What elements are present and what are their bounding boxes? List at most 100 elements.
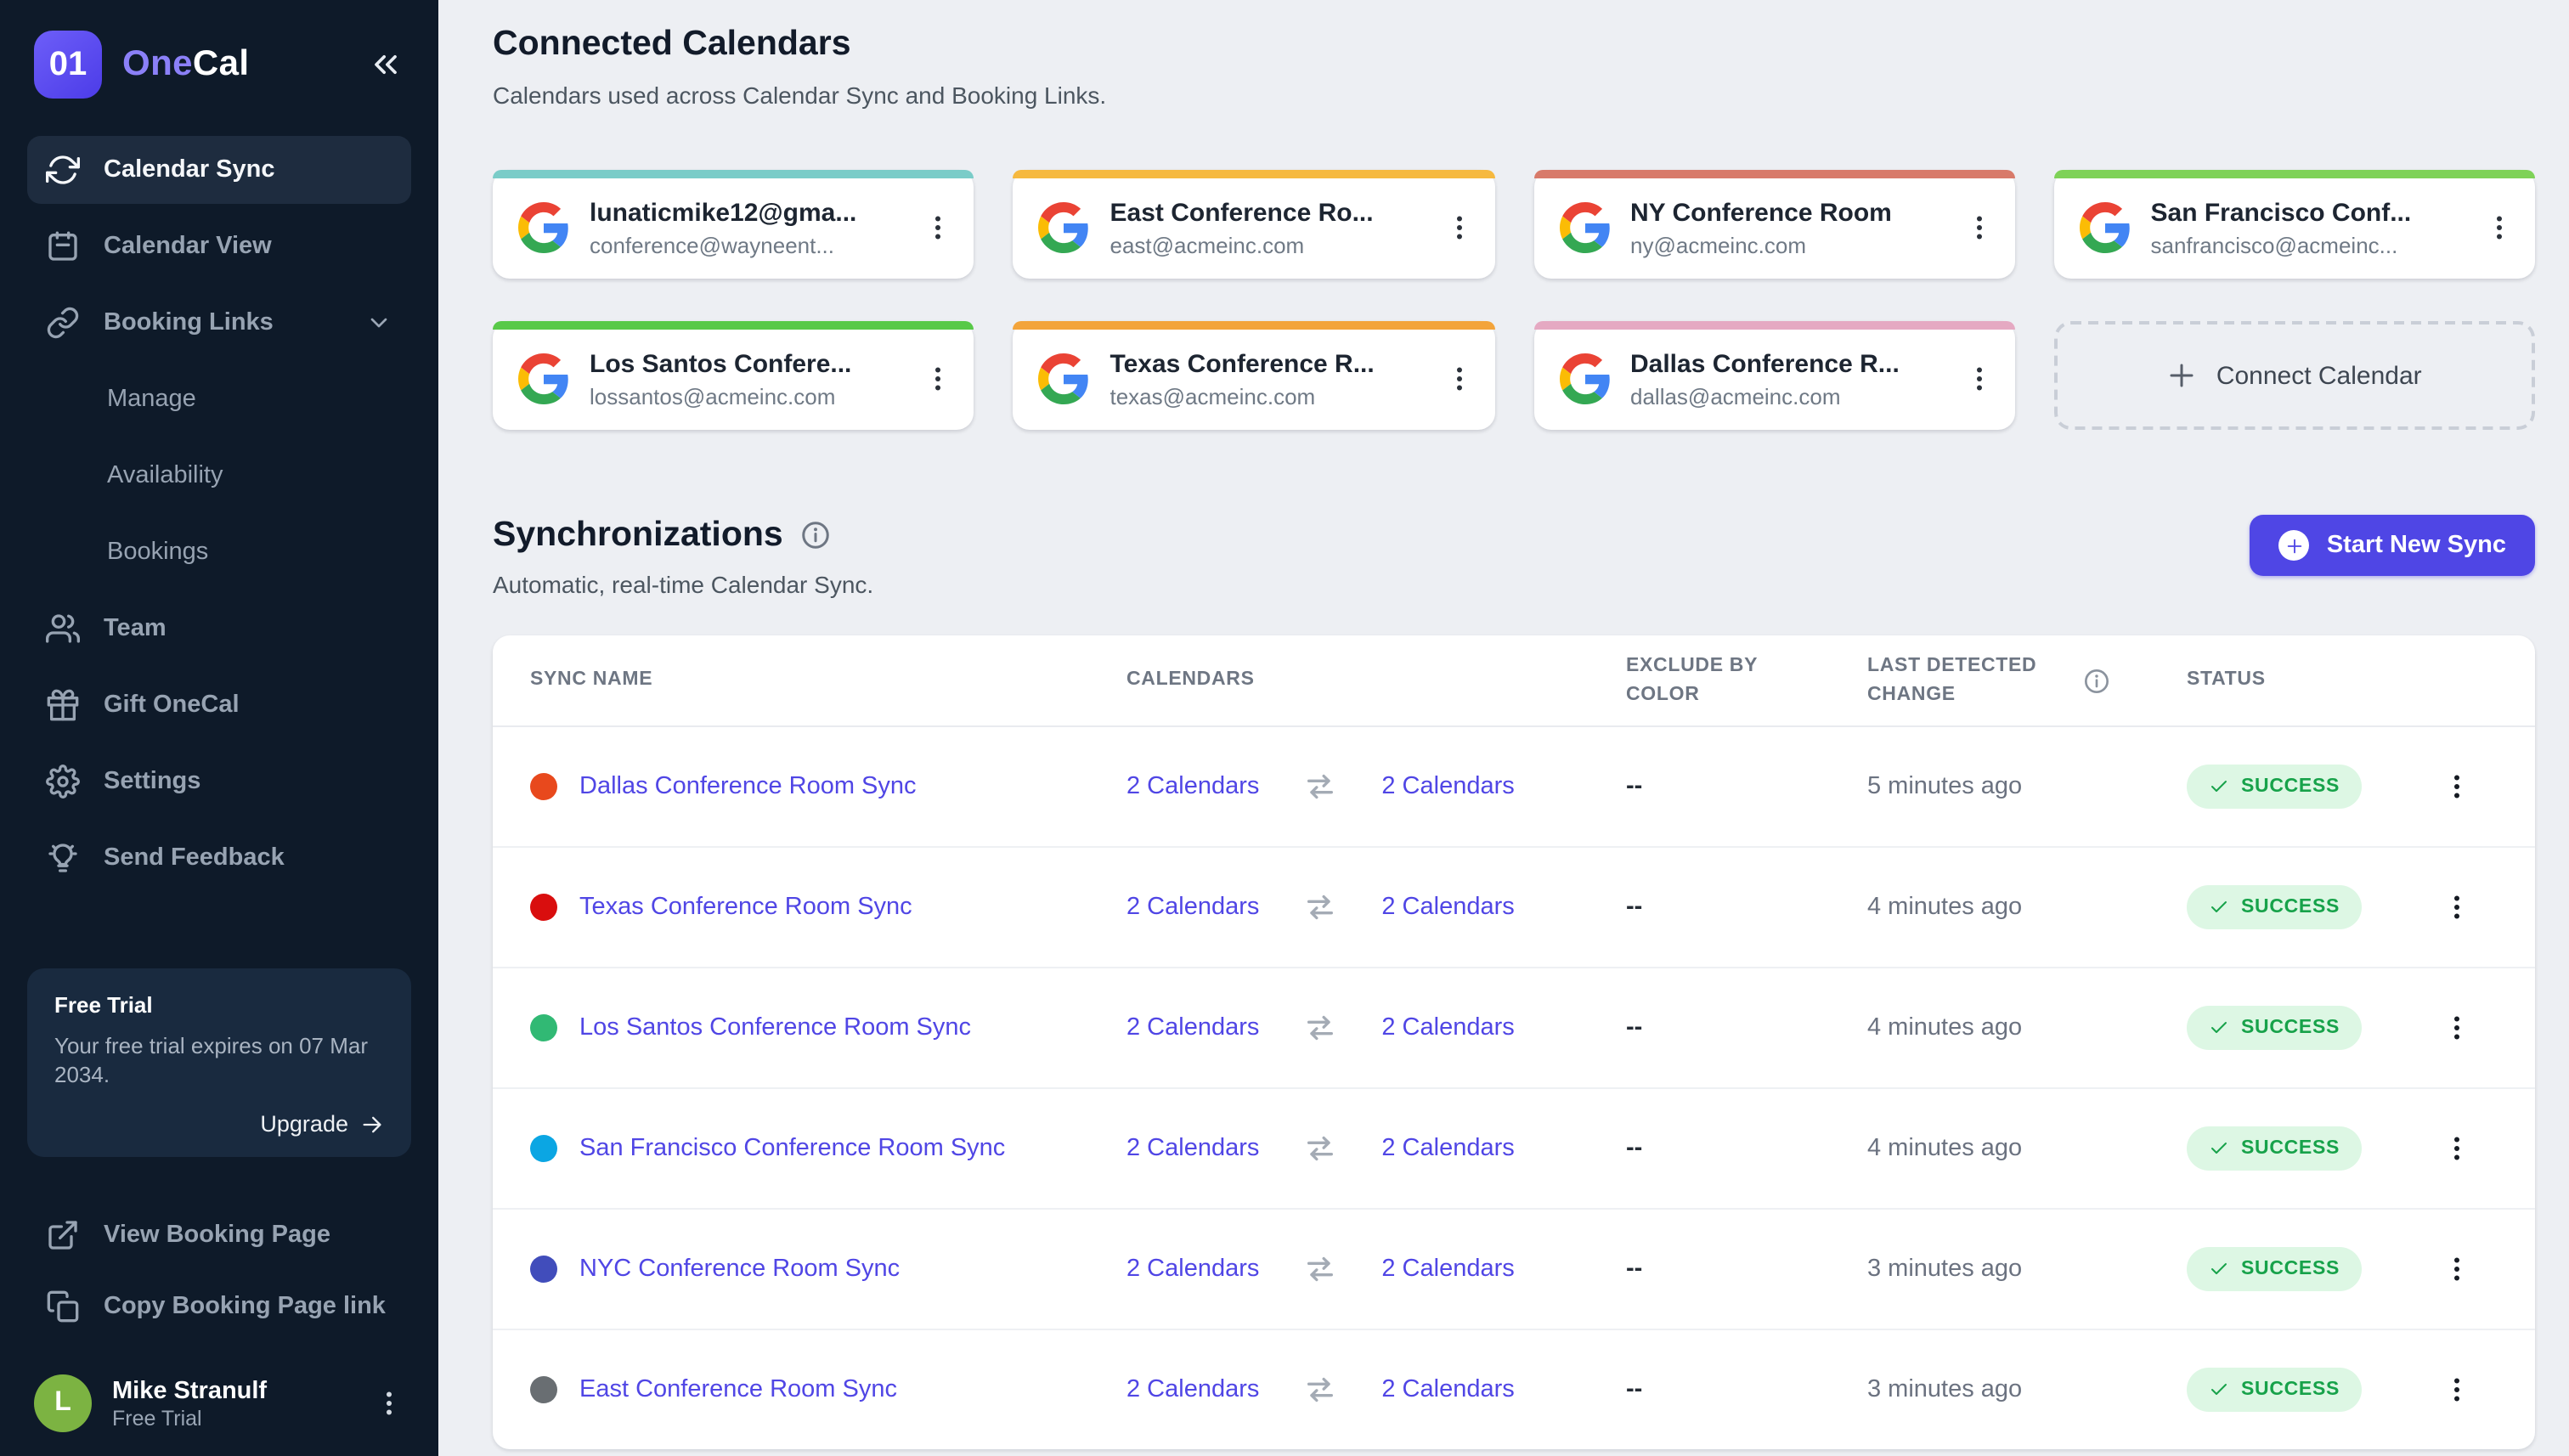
sync-name-link[interactable]: East Conference Room Sync [579,1376,897,1403]
calendars-link[interactable]: 2 Calendars [1381,1135,1514,1162]
calendars-link[interactable]: 2 Calendars [1381,894,1514,921]
settings-icon [46,765,80,799]
sidebar-item-label: Gift OneCal [104,691,240,719]
free-trial-card: Free Trial Your free trial expires on 07… [27,968,411,1157]
sync-name-link[interactable]: Texas Conference Room Sync [579,894,912,921]
column-header-label: CALENDARS [1126,669,1255,691]
kebab-icon[interactable] [2442,1374,2472,1405]
last-detected-change: 4 minutes ago [1867,1014,2023,1041]
synchronizations-subtitle: Automatic, real-time Calendar Sync. [493,571,874,598]
sync-name-link[interactable]: Dallas Conference Room Sync [579,773,917,800]
user-row[interactable]: L Mike Stranulf Free Trial [27,1364,411,1432]
column-header-status: STATUS [2187,667,2416,694]
sidebar-item-team[interactable]: Team [27,595,411,663]
calendars-link[interactable]: 2 Calendars [1126,1014,1259,1041]
google-icon [1038,202,1090,253]
main-content: Connected Calendars Calendars used acros… [438,0,2569,1456]
column-header-calendars: CALENDARS [1126,667,1626,694]
kebab-icon[interactable] [2442,1133,2472,1164]
sidebar-item-label: Bookings [107,539,209,566]
start-new-sync-label: Start New Sync [2326,532,2506,559]
last-detected-change: 5 minutes ago [1867,773,2023,800]
sync-color-dot [530,1376,557,1403]
status-label: SUCCESS [2241,897,2340,917]
calendar-cards-grid: lunaticmike12@gma... conference@wayneent.… [493,170,2535,430]
check-icon [2209,1138,2229,1159]
status-badge: SUCCESS [2187,1247,2363,1291]
sidebar-item-calendar-view[interactable]: Calendar View [27,212,411,280]
swap-icon [1303,770,1337,804]
calendars-link[interactable]: 2 Calendars [1381,773,1514,800]
arrow-right-icon [360,1112,384,1136]
sidebar-item-booking-links[interactable]: Booking Links [27,289,411,357]
connect-calendar-button[interactable]: Connect Calendar [2053,321,2535,430]
exclude-by-color-value: -- [1626,894,1643,921]
sidebar-item-bookings[interactable]: Bookings [27,518,411,586]
exclude-by-color-value: -- [1626,773,1643,800]
kebab-icon[interactable] [2442,1254,2472,1284]
status-badge: SUCCESS [2187,765,2363,809]
check-icon [2209,1259,2229,1279]
sidebar: 01 OneCal Calendar Sync Calendar View Book… [0,0,438,1456]
feedback-icon [46,841,80,875]
kebab-icon[interactable] [2442,892,2472,923]
calendar-card: Dallas Conference R... dallas@acmeinc.com [1533,321,2015,430]
kebab-icon[interactable] [2442,771,2472,802]
kebab-icon[interactable] [1443,364,1474,394]
kebab-icon[interactable] [923,212,954,243]
collapse-sidebar-icon[interactable] [367,46,404,83]
info-icon[interactable] [2083,667,2110,694]
chevron-down-icon [365,309,392,336]
table-row: Dallas Conference Room Sync 2 Calendars 2 … [493,727,2535,848]
calendar-card: NY Conference Room ny@acmeinc.com [1533,170,2015,279]
column-header-exclude-by-color: EXCLUDE BY COLOR [1626,653,1867,708]
kebab-icon[interactable] [923,364,954,394]
info-icon[interactable] [800,520,831,550]
sidebar-link-view-booking-page[interactable]: View Booking Page [27,1201,411,1269]
calendars-link[interactable]: 2 Calendars [1381,1376,1514,1403]
exclude-by-color-value: -- [1626,1376,1643,1403]
kebab-icon[interactable] [1443,212,1474,243]
kebab-icon[interactable] [2484,212,2515,243]
sidebar-item-settings[interactable]: Settings [27,748,411,815]
sync-name-link[interactable]: NYC Conference Room Sync [579,1256,900,1283]
calendars-link[interactable]: 2 Calendars [1126,773,1259,800]
sidebar-item-label: Calendar View [104,233,272,260]
calendars-link[interactable]: 2 Calendars [1126,1256,1259,1283]
calendars-link[interactable]: 2 Calendars [1381,1014,1514,1041]
sidebar-item-label: Availability [107,462,223,489]
google-icon [518,202,569,253]
last-detected-change: 4 minutes ago [1867,1135,2023,1162]
calendars-link[interactable]: 2 Calendars [1126,894,1259,921]
sidebar-item-gift-onecal[interactable]: Gift OneCal [27,671,411,739]
status-badge: SUCCESS [2187,1368,2363,1412]
kebab-icon[interactable] [1964,212,1995,243]
upgrade-link[interactable]: Upgrade [54,1111,384,1137]
calendar-card-text: Los Santos Confere... lossantos@acmeinc.c… [590,349,903,409]
calendars-link[interactable]: 2 Calendars [1381,1256,1514,1283]
sidebar-item-availability[interactable]: Availability [27,442,411,510]
sync-color-dot [530,1256,557,1283]
calendars-link[interactable]: 2 Calendars [1126,1135,1259,1162]
app-title-one: One [122,44,193,83]
user-menu-icon[interactable] [374,1388,404,1419]
sidebar-link-copy-booking-page-link[interactable]: Copy Booking Page link [27,1273,411,1340]
sidebar-link-label: View Booking Page [104,1222,330,1249]
sync-name-link[interactable]: San Francisco Conference Room Sync [579,1135,1005,1162]
kebab-icon[interactable] [2442,1013,2472,1043]
swap-icon [1303,890,1337,924]
calendars-link[interactable]: 2 Calendars [1126,1376,1259,1403]
column-header-label: STATUS [2187,669,2266,691]
sidebar-item-label: Booking Links [104,309,274,336]
start-new-sync-button[interactable]: Start New Sync [2250,515,2535,576]
calendar-color-bar [493,321,974,330]
sidebar-item-send-feedback[interactable]: Send Feedback [27,824,411,892]
swap-icon [1303,1132,1337,1165]
sync-name-link[interactable]: Los Santos Conference Room Sync [579,1014,971,1041]
sidebar-item-calendar-sync[interactable]: Calendar Sync [27,136,411,204]
sidebar-item-manage[interactable]: Manage [27,365,411,433]
kebab-icon[interactable] [1964,364,1995,394]
check-icon [2209,776,2229,797]
plus-circle-icon [2278,530,2310,561]
sidebar-footer-links: View Booking Page Copy Booking Page link [27,1201,411,1340]
